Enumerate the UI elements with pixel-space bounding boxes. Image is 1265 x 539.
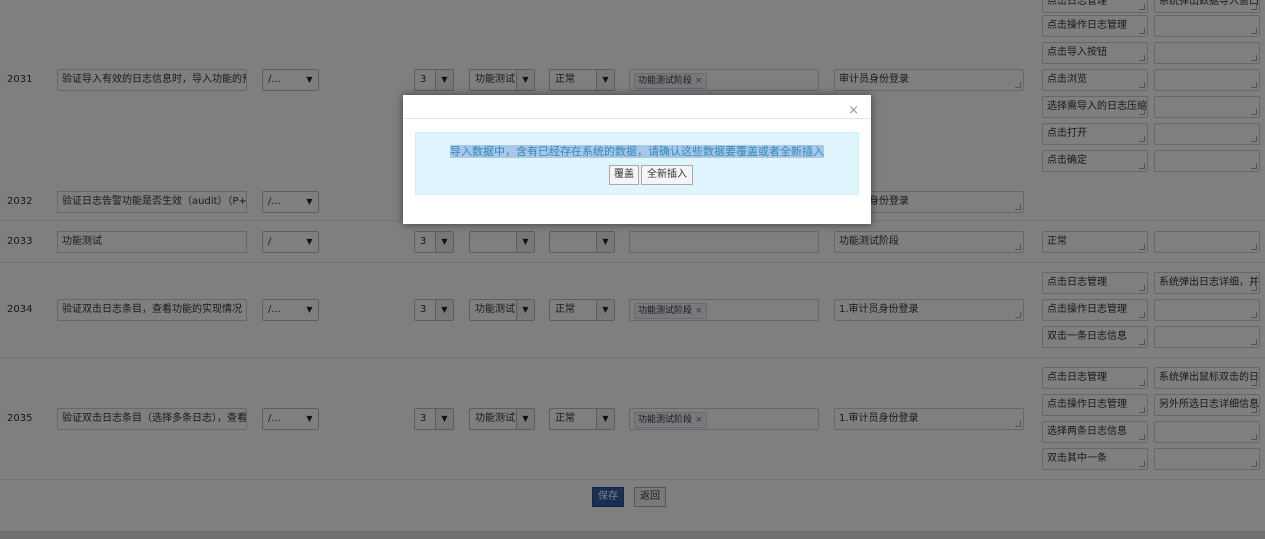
import-conflict-dialog: × 导入数据中，含有已经存在系统的数据，请确认这些数据要覆盖或者全新插入 覆盖 …	[403, 95, 871, 224]
dialog-divider	[403, 118, 871, 119]
modal-backdrop[interactable]	[0, 0, 1265, 539]
info-alert: 导入数据中，含有已经存在系统的数据，请确认这些数据要覆盖或者全新插入 覆盖 全新…	[415, 132, 859, 195]
close-icon[interactable]: ×	[848, 103, 859, 118]
alert-message: 导入数据中，含有已经存在系统的数据，请确认这些数据要覆盖或者全新插入	[450, 145, 824, 158]
overwrite-button[interactable]: 覆盖	[609, 165, 639, 185]
insert-new-button[interactable]: 全新插入	[641, 165, 693, 185]
